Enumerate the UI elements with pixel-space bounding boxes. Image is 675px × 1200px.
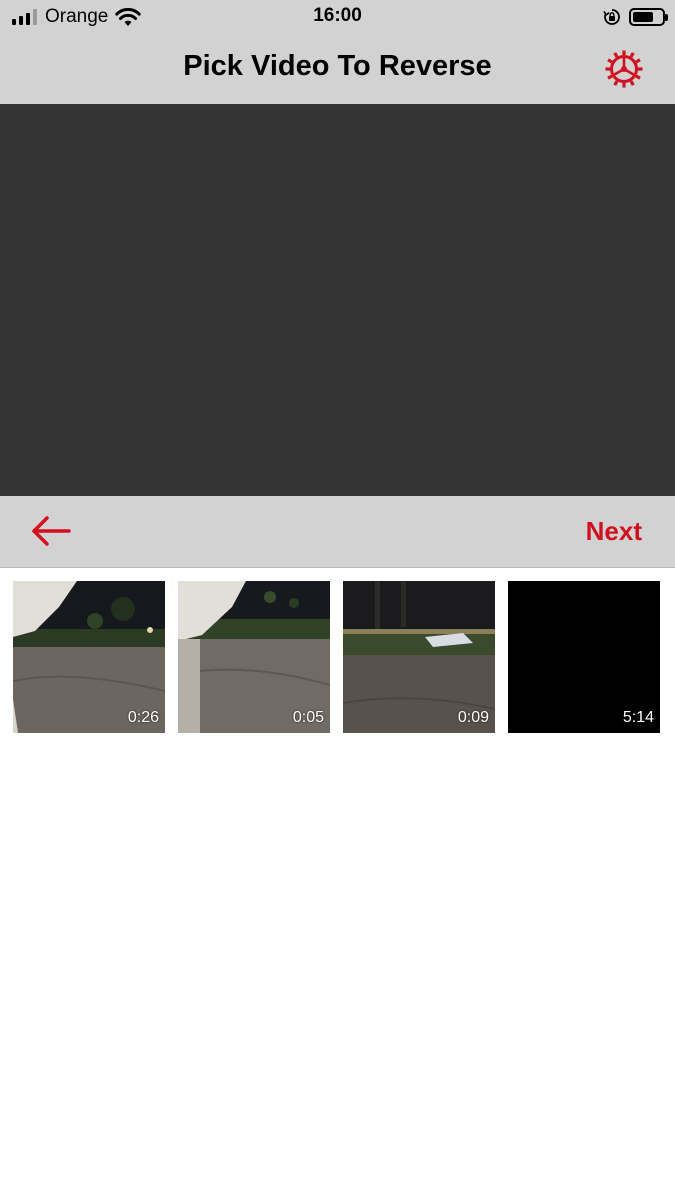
gear-tooth bbox=[613, 80, 619, 86]
video-thumbnail-2[interactable]: 0:05 bbox=[178, 581, 330, 733]
video-duration: 0:26 bbox=[127, 709, 159, 726]
video-preview bbox=[0, 104, 675, 496]
video-thumbnail-4[interactable]: 5:14 bbox=[508, 581, 660, 733]
video-duration: 0:05 bbox=[292, 709, 324, 726]
page-title: Pick Video To Reverse bbox=[183, 50, 492, 82]
video-thumbnail-3[interactable]: 0:09 bbox=[343, 581, 495, 733]
back-arrow-icon bbox=[32, 516, 71, 546]
action-toolbar: Next bbox=[0, 496, 675, 568]
gear-icon bbox=[605, 50, 643, 88]
gear-tooth bbox=[629, 80, 635, 86]
gear-tooth bbox=[635, 58, 641, 64]
video-thumbnail-1[interactable]: 0:26 bbox=[13, 581, 165, 733]
gear-tooth bbox=[629, 52, 635, 58]
orientation-lock-icon bbox=[603, 9, 620, 25]
battery-icon bbox=[629, 8, 668, 26]
next-button[interactable]: Next bbox=[586, 516, 642, 547]
gear-tooth bbox=[635, 74, 641, 80]
gear-tooth bbox=[613, 52, 619, 58]
video-duration: 0:09 bbox=[457, 709, 489, 726]
status-right bbox=[603, 6, 668, 28]
navigation-bar: Pick Video To Reverse bbox=[0, 34, 675, 104]
video-grid: 0:26 0:05 0:09 5:14 bbox=[13, 581, 663, 733]
status-time: 16:00 bbox=[313, 5, 362, 26]
gear-tooth bbox=[607, 74, 613, 80]
gear-tooth bbox=[607, 58, 613, 64]
status-bar: Orange 16:00 bbox=[0, 0, 675, 34]
video-duration: 5:14 bbox=[622, 709, 654, 726]
settings-button[interactable] bbox=[602, 47, 646, 91]
back-button[interactable] bbox=[28, 512, 74, 550]
